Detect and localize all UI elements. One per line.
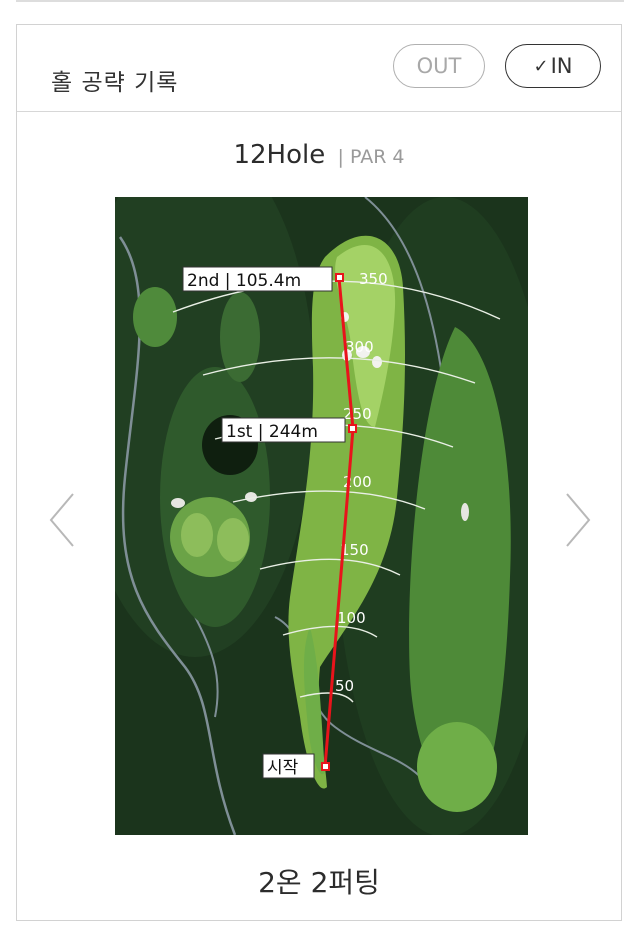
shot-marker-1st xyxy=(348,424,357,433)
hole-record-card: 홀 공략 기록 OUT ✓ IN 12Hole | PAR 4 350 300 … xyxy=(16,24,622,921)
card-title: 홀 공략 기록 xyxy=(51,70,179,96)
distance-mark-100: 100 xyxy=(337,609,366,627)
shot-label-1st: 1st | 244m xyxy=(221,417,346,443)
out-label: OUT xyxy=(416,54,462,78)
distance-mark-50: 50 xyxy=(335,677,354,695)
chevron-right-icon[interactable] xyxy=(563,490,593,550)
out-toggle-button[interactable]: OUT xyxy=(393,44,485,88)
in-label: IN xyxy=(550,54,573,78)
chevron-left-icon[interactable] xyxy=(47,490,77,550)
check-icon: ✓ xyxy=(533,55,549,77)
top-divider xyxy=(16,0,624,2)
shot-marker-start xyxy=(321,762,330,771)
distance-mark-350: 350 xyxy=(359,270,388,288)
shot-label-start: 시작 xyxy=(262,753,315,779)
in-toggle-button[interactable]: ✓ IN xyxy=(505,44,601,88)
svg-text:2nd | 105.4m: 2nd | 105.4m xyxy=(187,271,301,291)
distance-mark-250: 250 xyxy=(343,405,372,423)
svg-text:1st | 244m: 1st | 244m xyxy=(226,422,318,442)
hole-map: 350 300 250 200 150 100 50 2nd | 105.4m … xyxy=(115,197,528,835)
svg-text:시작: 시작 xyxy=(267,758,299,778)
round-result: 2온 2퍼팅 xyxy=(258,866,380,899)
hole-par: | PAR 4 xyxy=(337,146,405,168)
hole-title: 12Hole | PAR 4 xyxy=(17,140,621,170)
shot-marker-2nd xyxy=(335,273,344,282)
distance-mark-300: 300 xyxy=(345,338,374,356)
shot-label-2nd: 2nd | 105.4m xyxy=(182,266,333,292)
card-header: 홀 공략 기록 OUT ✓ IN xyxy=(17,25,621,112)
hole-name: 12Hole xyxy=(233,140,326,170)
